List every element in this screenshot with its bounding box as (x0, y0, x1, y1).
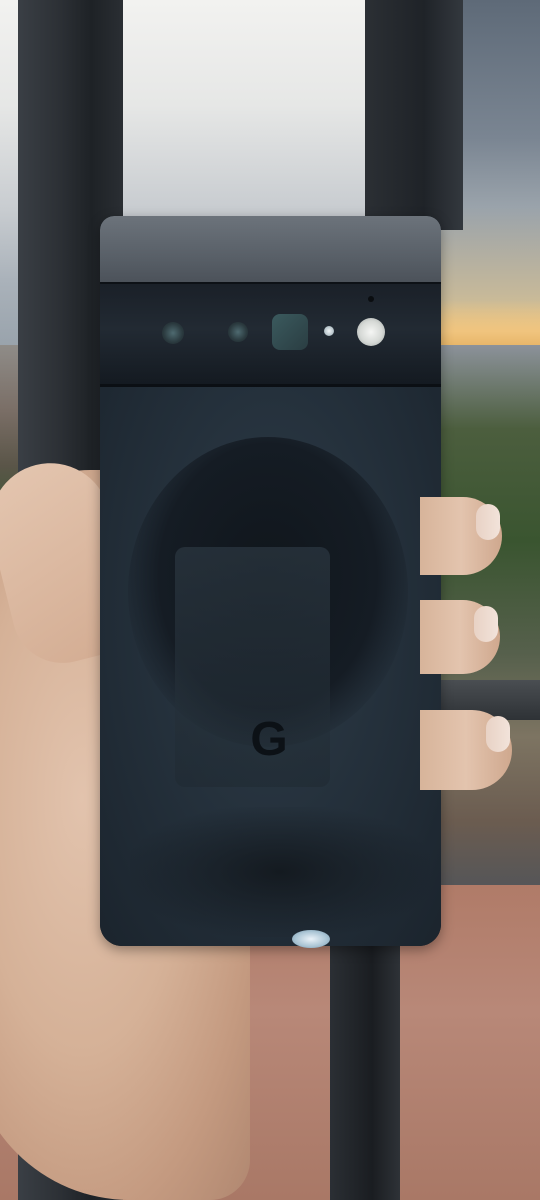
camera-lens-wide (228, 322, 248, 342)
camera-bar (100, 282, 441, 389)
camera-lens-main (162, 322, 184, 344)
google-logo: G (250, 713, 288, 766)
fingernail-index (476, 504, 500, 540)
railing-bar-right (365, 0, 463, 230)
laser-sensor (324, 326, 334, 336)
phone: G (100, 216, 441, 946)
railing-bar-right-lower (330, 940, 400, 1200)
sunset-glow (430, 300, 540, 345)
phone-back-glass: G (100, 387, 441, 946)
fingernail-ring (486, 716, 510, 752)
reflection-hand (130, 807, 430, 937)
camera-lens-tele (272, 314, 308, 350)
fingernail-middle (474, 606, 498, 642)
microphone-hole (368, 296, 374, 302)
photo-scene: G (0, 0, 540, 1200)
usb-reflection (292, 930, 330, 948)
camera-flash (357, 318, 385, 346)
phone-top-band (100, 216, 441, 286)
